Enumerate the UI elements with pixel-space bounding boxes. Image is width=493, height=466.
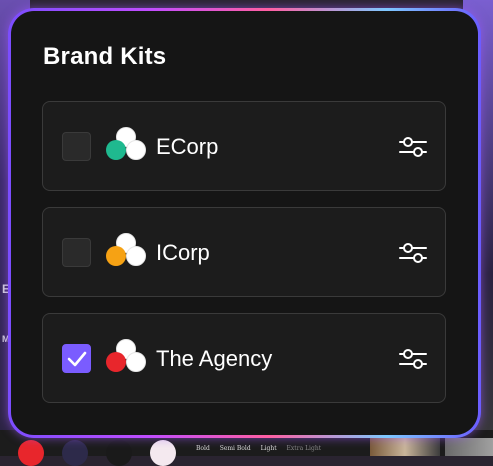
sliders-icon[interactable] (399, 348, 427, 370)
brand-kit-logo-icon (105, 233, 147, 271)
check-icon (67, 351, 87, 367)
background-color-swatch (62, 440, 88, 466)
background-font-weights: Bold Semi Bold Light Extra Light (196, 445, 329, 452)
font-weight-label: Semi Bold (219, 445, 251, 452)
sliders-icon[interactable] (399, 242, 427, 264)
background-color-swatch (18, 440, 44, 466)
panel-title: Brand Kits (43, 43, 167, 70)
font-weight-label: Bold (196, 445, 210, 452)
background-color-swatch (150, 440, 176, 466)
font-weight-label: Extra Light (286, 445, 322, 452)
brand-kit-checkbox[interactable] (62, 132, 91, 161)
brand-kit-logo-icon (105, 127, 147, 165)
brand-kit-logo-icon (105, 339, 147, 377)
background-thumbnail (370, 438, 440, 456)
background-thumbnail (445, 438, 493, 456)
brand-kit-checkbox[interactable] (62, 344, 91, 373)
logo-accent-dot (106, 140, 126, 160)
background-color-swatch (106, 440, 132, 466)
brand-kits-panel-body: Brand Kits ECorp ICorp The Agency (11, 11, 478, 435)
brand-kit-card-ecorp[interactable]: ECorp (42, 101, 446, 191)
brand-kit-checkbox[interactable] (62, 238, 91, 267)
brand-kit-name: ECorp (156, 134, 219, 159)
brand-kit-card-icorp[interactable]: ICorp (42, 207, 446, 297)
brand-kits-panel: Brand Kits ECorp ICorp The Agency (8, 8, 481, 438)
brand-kit-name: ICorp (156, 240, 210, 265)
logo-accent-dot (106, 352, 126, 372)
sliders-icon[interactable] (399, 136, 427, 158)
logo-accent-dot (106, 246, 126, 266)
brand-kit-name: The Agency (156, 346, 273, 371)
brand-kit-card-the-agency[interactable]: The Agency (42, 313, 446, 403)
font-weight-label: Light (260, 445, 277, 452)
